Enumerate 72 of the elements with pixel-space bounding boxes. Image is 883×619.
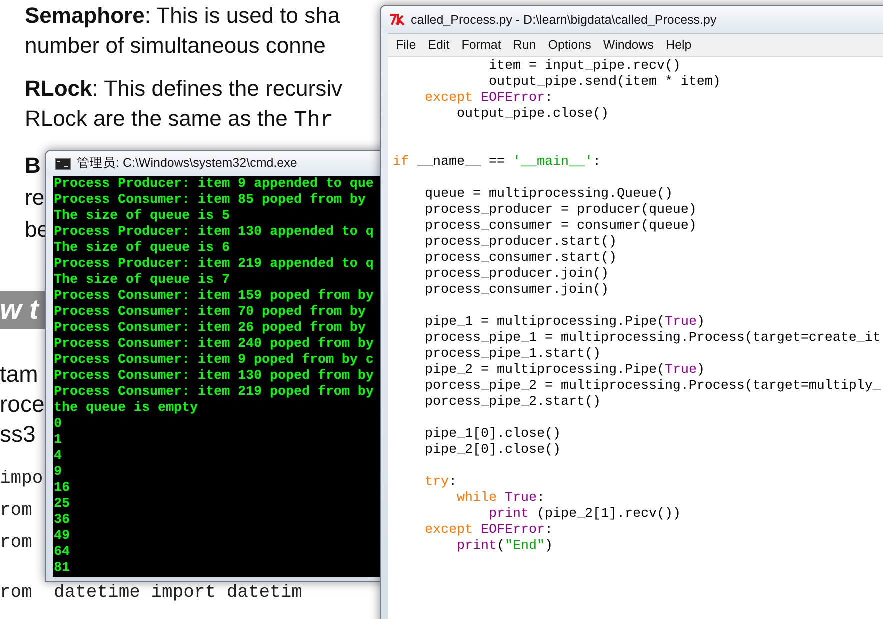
console-icon: [55, 158, 71, 170]
console-line: 25: [54, 497, 71, 513]
menu-item[interactable]: Options: [542, 36, 598, 54]
menu-item[interactable]: Run: [507, 36, 542, 54]
code-text: rom: [0, 500, 32, 523]
code-line: output_pipe.close(): [456, 107, 610, 123]
console-line: Process Producer: item 9 appended to que: [54, 177, 375, 193]
code-line: pipe_2[0].close(): [424, 443, 562, 459]
menu-item[interactable]: Windows: [597, 36, 660, 54]
code-line: while True:: [456, 491, 546, 507]
code-line: process_pipe_1.start(): [424, 347, 602, 363]
body-text: roce: [0, 390, 45, 419]
console-line: the queue is empty: [54, 401, 199, 417]
body-text: Semaphore: This is used to sha: [25, 2, 340, 30]
console-line: 1: [54, 433, 63, 449]
console-line: Process Producer: item 219 appended to q: [54, 257, 375, 273]
code-text: rom: [0, 532, 32, 555]
body-text: re: [25, 184, 45, 212]
app-icon: [389, 12, 405, 26]
menu-item[interactable]: Format: [456, 36, 508, 54]
code-line: output_pipe.send(item * item): [488, 75, 722, 91]
code-line: process_consumer.start(): [424, 251, 618, 267]
window-title: 管理员: C:\Windows\system32\cmd.exe: [77, 155, 298, 172]
console-line: Process Consumer: item 130 poped from by: [54, 369, 375, 385]
console-line: Process Consumer: item 85 poped from by: [54, 193, 367, 209]
body-text: RLock are the same as the Thr: [25, 105, 334, 135]
body-text: number of simultaneous conne: [25, 32, 326, 60]
console-line: Process Consumer: item 240 poped from by: [54, 337, 375, 353]
code-line: pipe_1[0].close(): [424, 427, 562, 443]
code-line: if __name__ == '__main__':: [393, 155, 602, 171]
code-text: rom datetime import datetim: [0, 582, 302, 605]
console-line: 49: [54, 529, 71, 545]
console-line: 16: [54, 481, 71, 497]
window-title: called_Process.py - D:\learn\bigdata\called_Process.py: [411, 12, 717, 26]
console-line: 64: [54, 545, 71, 561]
console-line: Process Producer: item 130 appended to q: [54, 225, 375, 241]
code-line: process_producer.start(): [424, 235, 618, 251]
menu-item[interactable]: Edit: [422, 36, 456, 54]
body-text: RLock: This defines the recursiv: [25, 75, 343, 103]
console-line: The size of queue is 7: [54, 273, 231, 289]
code-line: except EOFError:: [424, 523, 554, 539]
console-line: Process Consumer: item 159 poped from by: [54, 289, 375, 305]
code-line: process_producer = producer(queue): [424, 203, 698, 219]
code-line: porcess_pipe_2.start(): [424, 395, 602, 411]
console-line: Process Consumer: item 219 poped from by: [54, 385, 375, 401]
code-line: pipe_1 = multiprocessing.Pipe(True): [424, 315, 706, 331]
menu-item[interactable]: Help: [660, 36, 698, 54]
code-line: process_producer.join(): [424, 267, 610, 283]
console-line: Process Consumer: item 70 poped from by: [54, 305, 367, 321]
code-line: print (pipe_2[1].recv()): [488, 507, 682, 523]
body-text: ss3: [0, 420, 36, 449]
code-line: item = input_pipe.recv(): [488, 59, 682, 75]
code-line: print("End"): [456, 539, 554, 555]
code-line: queue = multiprocessing.Queue(): [424, 187, 674, 203]
console-line: 9: [54, 465, 63, 481]
console-line: The size of queue is 5: [54, 209, 231, 225]
console-line: Process Consumer: item 9 poped from by c: [54, 353, 375, 369]
console-line: 36: [54, 513, 71, 529]
code-line: process_pipe_1 = multiprocessing.Process(target=create_it: [424, 331, 882, 347]
console-line: The size of queue is 6: [54, 241, 231, 257]
menu-item[interactable]: File: [390, 36, 422, 54]
code-line: process_consumer = consumer(queue): [424, 219, 698, 235]
code-text: impo: [0, 468, 44, 491]
body-text: B: [25, 152, 41, 180]
code-line: except EOFError:: [424, 91, 554, 107]
console-line: 4: [54, 449, 63, 465]
console-line: 0: [54, 417, 63, 433]
code-line: try:: [424, 475, 457, 491]
console-line: 81: [54, 561, 71, 577]
body-text: tam: [0, 360, 38, 389]
code-line: porcess_pipe_2 = multiprocessing.Process(target=multiply_: [424, 379, 882, 395]
code-line: pipe_2 = multiprocessing.Pipe(True): [424, 363, 706, 379]
